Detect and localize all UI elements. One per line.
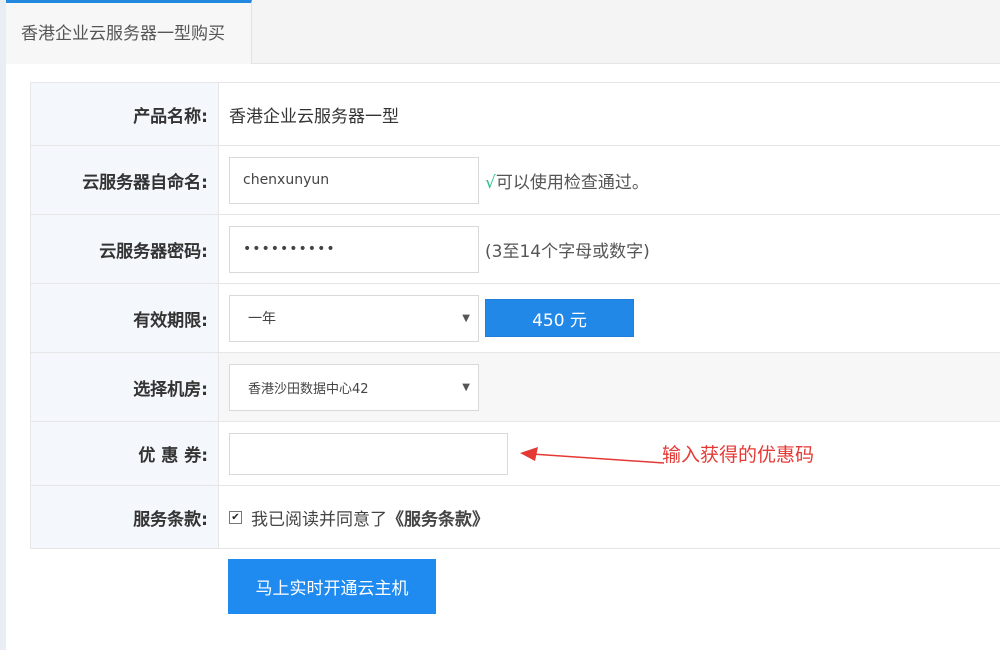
submit-button[interactable]: 马上实时开通云主机 xyxy=(228,559,436,614)
server-name-status: √可以使用检查通过。 xyxy=(485,168,649,193)
row-terms: 服务条款: ✔ 我已阅读并同意了 《服务条款》 xyxy=(31,486,1000,549)
row-product: 产品名称: 香港企业云服务器一型 xyxy=(31,83,1000,146)
terms-label: 服务条款: xyxy=(31,486,219,548)
period-select[interactable]: 一年 ▼ xyxy=(229,294,479,342)
coupon-annotation: 输入获得的优惠码 xyxy=(662,444,815,466)
period-label: 有效期限: xyxy=(31,284,219,352)
password-label: 云服务器密码: xyxy=(31,215,219,283)
datacenter-label: 选择机房: xyxy=(31,353,219,421)
check-mark-icon: √ xyxy=(485,172,496,193)
coupon-input[interactable] xyxy=(229,432,508,475)
period-selected: 一年 xyxy=(248,311,276,327)
password-value: •••••••••• xyxy=(243,241,336,257)
server-name-input[interactable]: chenxunyun xyxy=(229,156,479,204)
server-name-value: chenxunyun xyxy=(243,172,330,188)
product-label: 产品名称: xyxy=(31,83,219,145)
product-value-cell: 香港企业云服务器一型 xyxy=(219,83,1000,145)
period-cell: 一年 ▼ 450 元 xyxy=(219,284,1000,352)
terms-cell: ✔ 我已阅读并同意了 《服务条款》 xyxy=(219,486,1000,548)
chevron-down-icon: ▼ xyxy=(462,312,470,324)
row-coupon: 优 惠 券: 输入获得的优惠码 xyxy=(31,422,1000,486)
terms-text: 我已阅读并同意了 xyxy=(251,509,387,530)
password-hint: (3至14个字母或数字) xyxy=(485,241,650,262)
row-period: 有效期限: 一年 ▼ 450 元 xyxy=(31,284,1000,353)
server-name-status-text: 可以使用检查通过。 xyxy=(495,172,649,193)
price-display: 450 元 xyxy=(485,299,634,337)
arrow-icon xyxy=(520,447,664,464)
tab-purchase[interactable]: 香港企业云服务器一型购买 xyxy=(6,0,252,64)
datacenter-select[interactable]: 香港沙田数据中心42 ▼ xyxy=(229,363,479,411)
row-server-name: 云服务器自命名: chenxunyun √可以使用检查通过。 xyxy=(31,146,1000,215)
product-value: 香港企业云服务器一型 xyxy=(229,106,399,127)
server-name-cell: chenxunyun √可以使用检查通过。 xyxy=(219,146,1000,214)
row-datacenter: 选择机房: 香港沙田数据中心42 ▼ xyxy=(31,353,1000,422)
datacenter-selected: 香港沙田数据中心42 xyxy=(248,381,369,397)
password-cell: •••••••••• (3至14个字母或数字) xyxy=(219,215,1000,283)
datacenter-cell: 香港沙田数据中心42 ▼ xyxy=(219,353,1000,421)
row-password: 云服务器密码: •••••••••• (3至14个字母或数字) xyxy=(31,215,1000,284)
purchase-form: 产品名称: 香港企业云服务器一型 云服务器自命名: chenxunyun √可以… xyxy=(30,82,1000,549)
coupon-label: 优 惠 券: xyxy=(31,422,219,485)
password-input[interactable]: •••••••••• xyxy=(229,225,479,273)
terms-link[interactable]: 《服务条款》 xyxy=(387,505,489,530)
left-edge-strip xyxy=(0,0,6,650)
terms-checkbox[interactable]: ✔ xyxy=(229,510,242,524)
server-name-label: 云服务器自命名: xyxy=(31,146,219,214)
chevron-down-icon: ▼ xyxy=(462,381,470,393)
